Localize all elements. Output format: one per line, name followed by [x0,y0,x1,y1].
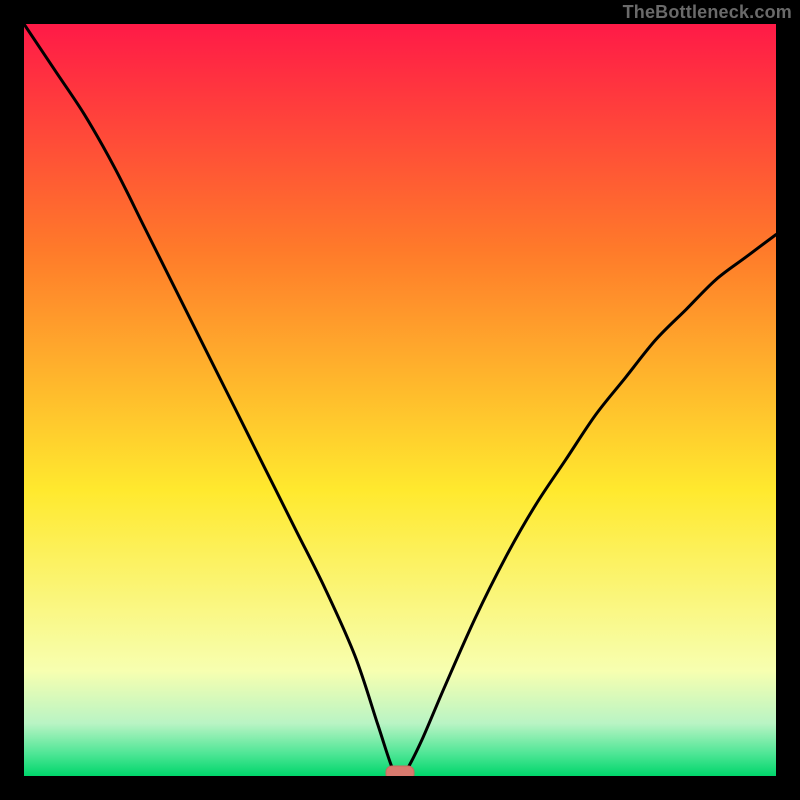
gradient-background [24,24,776,776]
optimum-marker [386,766,414,776]
plot-area [24,24,776,776]
chart-frame: TheBottleneck.com [0,0,800,800]
watermark-text: TheBottleneck.com [623,2,792,23]
bottleneck-chart [24,24,776,776]
